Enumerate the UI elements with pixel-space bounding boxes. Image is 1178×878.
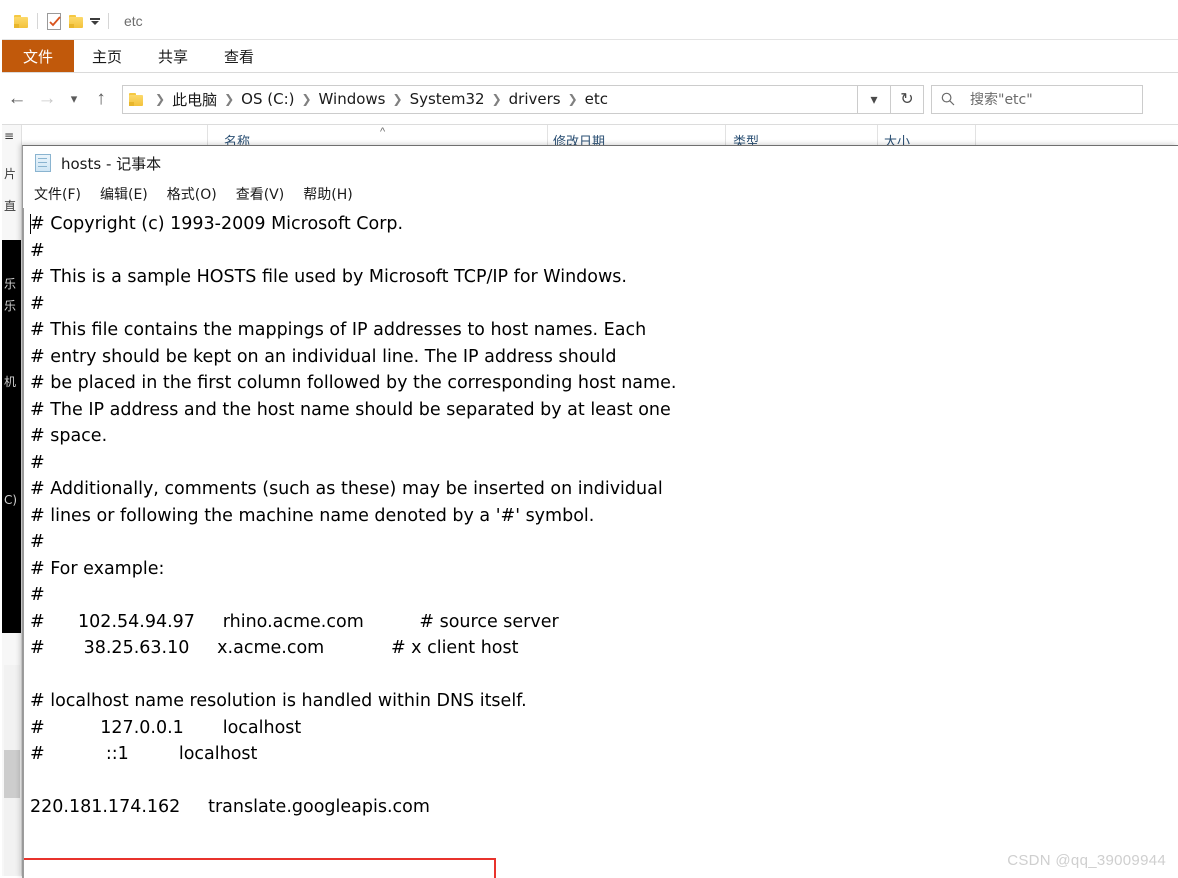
refresh-icon[interactable]: ↻ [891, 84, 924, 114]
text-line: # [30, 240, 45, 261]
nav-pane-item-fragment[interactable]: 直 [4, 197, 16, 214]
breadcrumb-separator: ❯ [224, 92, 235, 106]
checklist-document-icon[interactable] [43, 9, 65, 33]
breadcrumb-item-etc[interactable]: etc [585, 90, 608, 108]
nav-pane-item-fragment[interactable]: ≡ [4, 129, 14, 143]
breadcrumb-separator: ❯ [301, 92, 312, 106]
arrow-left-icon[interactable]: ← [2, 84, 32, 114]
window-title-path: etc [124, 12, 143, 29]
menu-view[interactable]: 查看(V) [236, 184, 285, 204]
chevron-down-icon[interactable]: ▾ [62, 84, 86, 114]
nav-pane-item-fragment[interactable]: 机 [4, 373, 16, 390]
text-line: # entry should be kept on an individual … [30, 346, 617, 367]
text-line: # [30, 585, 45, 605]
tab-share[interactable]: 共享 [140, 40, 206, 72]
text-line [30, 768, 1178, 795]
ribbon-tab-strip: 文件 主页 共享 查看 [2, 40, 1178, 73]
search-icon [941, 92, 955, 106]
toolbar-divider [108, 12, 109, 29]
breadcrumb-separator: ❯ [491, 92, 502, 106]
folder-icon [129, 92, 144, 106]
screen-root: etc 文件 主页 共享 查看 ← → ▾ ↑ ❯ 此电脑 ❯ OS (C:) … [0, 0, 1178, 878]
breadcrumb-item-drivers[interactable]: drivers [509, 90, 561, 108]
check-glyph [49, 15, 61, 26]
menu-file[interactable]: 文件(F) [34, 184, 81, 204]
text-line: # 102.54.94.97 rhino.acme.com # source s… [30, 611, 559, 632]
nav-pane-item-fragment[interactable]: 片 [4, 165, 16, 182]
text-line [30, 662, 1178, 689]
text-line [30, 821, 1178, 848]
text-line: # This is a sample HOSTS file used by Mi… [30, 267, 627, 287]
tab-view[interactable]: 查看 [206, 40, 272, 72]
menu-help[interactable]: 帮助(H) [303, 184, 352, 204]
arrow-right-icon[interactable]: → [32, 84, 62, 114]
customize-dropdown-icon[interactable] [87, 9, 103, 33]
text-line: # ::1 localhost [30, 744, 258, 764]
notepad-window: hosts - 记事本 文件(F) 编辑(E) 格式(O) 查看(V) 帮助(H… [22, 145, 1178, 878]
search-placeholder: 搜索"etc" [970, 92, 1033, 108]
nav-pane-item-fragment[interactable]: C) [4, 493, 17, 507]
sort-ascending-icon[interactable]: ^ [380, 126, 385, 138]
folder-icon[interactable] [65, 9, 87, 33]
navigation-bar: ← → ▾ ↑ ❯ 此电脑 ❯ OS (C:) ❯ Windows ❯ Syst… [2, 74, 1178, 125]
notepad-title-bar[interactable]: hosts - 记事本 [23, 146, 1178, 180]
watermark: CSDN @qq_39009944 [1007, 852, 1166, 869]
text-line: # be placed in the first column followed… [30, 373, 677, 393]
text-line: # Copyright (c) 1993-2009 Microsoft Corp… [30, 214, 404, 234]
nav-pane-item-fragment[interactable]: 乐 [4, 275, 16, 292]
text-line: # [30, 293, 45, 314]
toolbar-divider [37, 12, 38, 29]
quick-access-toolbar: etc [2, 2, 1178, 40]
text-line: # 38.25.63.10 x.acme.com # x client host [30, 638, 519, 658]
text-line: # [30, 532, 45, 552]
menu-format[interactable]: 格式(O) [167, 184, 217, 204]
text-line: # lines or following the machine name de… [30, 505, 595, 526]
nav-pane-item-fragment[interactable]: 乐 [4, 297, 16, 314]
breadcrumb-item-os-c[interactable]: OS (C:) [241, 90, 294, 108]
notepad-icon [34, 153, 53, 173]
text-line: # space. [30, 426, 108, 446]
notepad-title: hosts - 记事本 [61, 154, 162, 173]
text-line: # localhost name resolution is handled w… [30, 691, 527, 711]
tab-home[interactable]: 主页 [74, 40, 140, 72]
text-line: # This file contains the mappings of IP … [30, 320, 647, 340]
notepad-menu-bar: 文件(F) 编辑(E) 格式(O) 查看(V) 帮助(H) [23, 180, 1178, 208]
text-line-highlighted: 220.181.174.162 translate.googleapis.com [30, 797, 430, 817]
text-line: # For example: [30, 558, 165, 579]
text-line: # [30, 452, 45, 473]
navigation-pane[interactable]: ≡ 片 直 乐 乐 机 C) [2, 125, 22, 876]
notepad-text-area[interactable]: # Copyright (c) 1993-2009 Microsoft Corp… [23, 208, 1178, 878]
highlight-annotation-box [24, 858, 496, 878]
breadcrumb-separator: ❯ [392, 92, 403, 106]
tab-file[interactable]: 文件 [2, 40, 75, 72]
arrow-up-icon[interactable]: ↑ [86, 84, 116, 114]
breadcrumb-separator: ❯ [567, 92, 578, 106]
breadcrumb-separator: ❯ [155, 92, 166, 106]
breadcrumb-item-windows[interactable]: Windows [319, 90, 386, 108]
text-line: # Additionally, comments (such as these)… [30, 479, 663, 499]
search-input[interactable]: 搜索"etc" [931, 84, 1143, 114]
address-history-dropdown-icon[interactable]: ▾ [858, 84, 891, 114]
scrollbar-thumb[interactable] [4, 750, 20, 798]
address-bar[interactable]: ❯ 此电脑 ❯ OS (C:) ❯ Windows ❯ System32 ❯ d… [122, 84, 858, 114]
folder-icon[interactable] [10, 9, 32, 33]
text-line: # 127.0.0.1 localhost [30, 717, 302, 738]
text-cursor [30, 214, 31, 234]
breadcrumb-item-system32[interactable]: System32 [410, 90, 485, 108]
menu-edit[interactable]: 编辑(E) [100, 184, 148, 204]
text-line: # The IP address and the host name shoul… [30, 399, 671, 420]
breadcrumb-item-this-pc[interactable]: 此电脑 [172, 89, 217, 110]
